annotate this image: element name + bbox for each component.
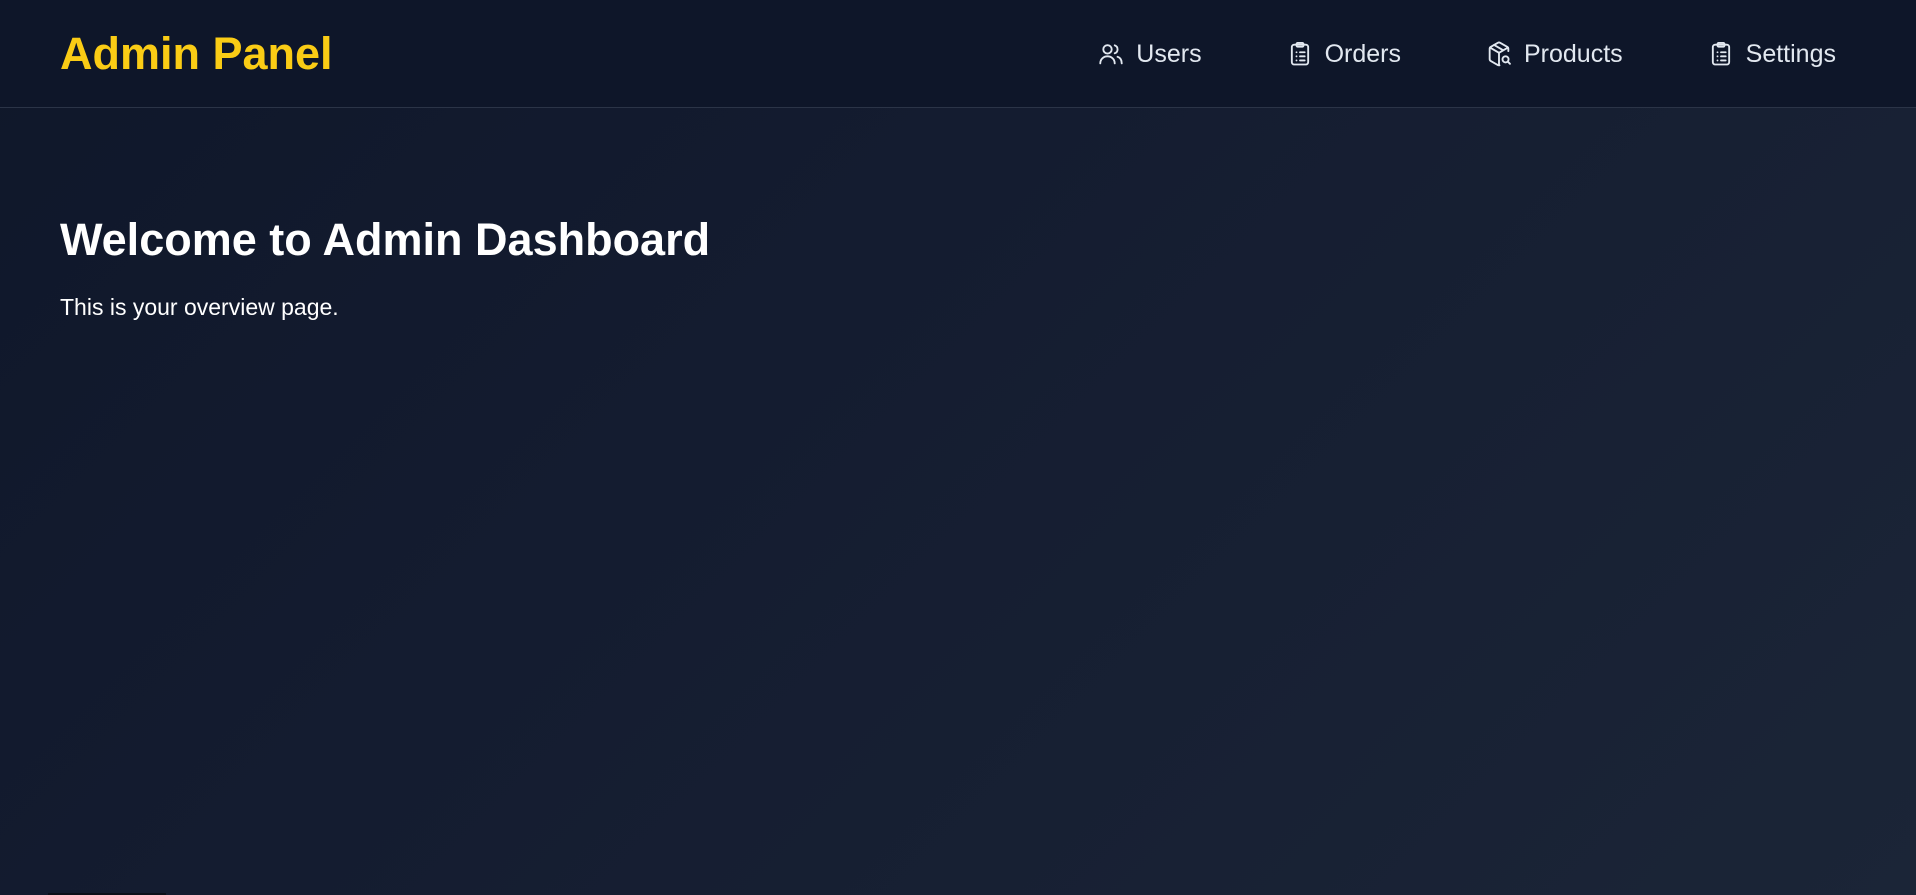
main-content: Welcome to Admin Dashboard This is your … <box>60 210 710 322</box>
main-nav: Users Orders Products Settings <box>1097 0 1836 108</box>
package-search-icon <box>1485 40 1513 68</box>
nav-item-products[interactable]: Products <box>1485 40 1623 69</box>
nav-item-settings[interactable]: Settings <box>1707 40 1836 69</box>
nav-item-orders[interactable]: Orders <box>1286 40 1401 69</box>
nav-item-label: Users <box>1136 39 1202 68</box>
nav-item-users[interactable]: Users <box>1097 39 1202 69</box>
users-icon <box>1097 40 1125 68</box>
clipboard-list-icon <box>1707 40 1735 68</box>
nav-item-label: Settings <box>1745 39 1836 68</box>
clipboard-list-icon <box>1286 40 1314 68</box>
nav-item-label: Products <box>1523 39 1623 68</box>
top-navbar: Admin Panel Users Orders Products Settin… <box>0 0 1916 108</box>
brand-title[interactable]: Admin Panel <box>60 24 333 84</box>
page-title: Welcome to Admin Dashboard <box>60 214 711 265</box>
nav-item-label: Orders <box>1324 39 1401 68</box>
page-subtitle: This is your overview page. <box>60 294 339 320</box>
